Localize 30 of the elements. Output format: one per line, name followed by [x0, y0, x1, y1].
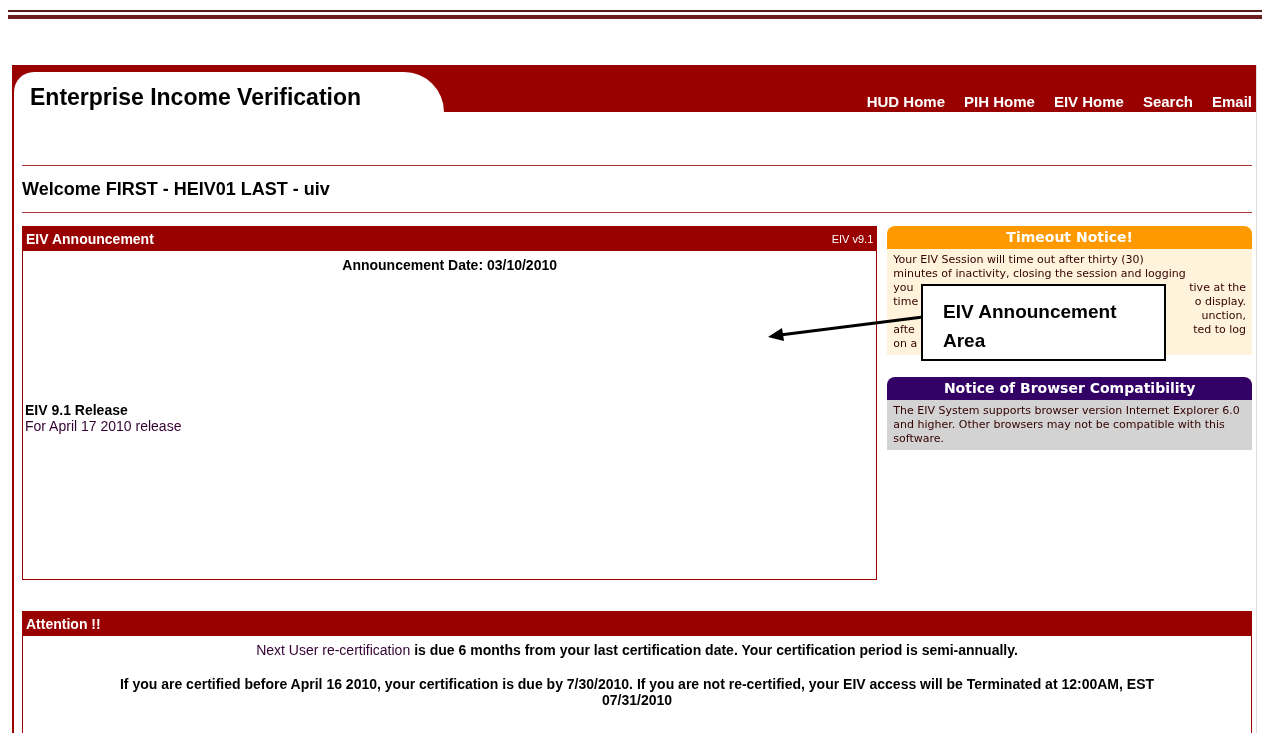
attention-text: If you are certified before April 16 2010, your certification is due by 7/30/2010. If you are not re-certified, your EIV access will be Terminated at 12:00AM, EST 07/31/2010	[119, 676, 1155, 708]
notice-text: on a	[893, 337, 918, 351]
attention-text: is due 6 months from your last certification date. Your certification period is semi-annually.	[414, 642, 1018, 658]
notice-text: you	[893, 281, 914, 295]
nav-link[interactable]: EIV Home	[1053, 93, 1124, 110]
notice-text: afte	[893, 323, 915, 337]
notice-title: Timeout Notice!	[887, 226, 1252, 249]
callout-text: EIV Announcement Area	[943, 300, 1118, 353]
version-label: EIV v9.1	[831, 233, 874, 245]
announcement-date: Announcement Date: 03/10/2010	[342, 257, 557, 273]
notice-text: o display.	[1194, 295, 1246, 309]
notice-text: ted to log	[1193, 323, 1246, 337]
nav-link[interactable]: HUD Home	[866, 93, 946, 110]
announcement-text: For April 17 2010 release	[25, 418, 183, 434]
announcement-title: EIV 9.1 Release	[25, 402, 129, 418]
notice-text: tive at the	[1189, 281, 1246, 295]
notice-text: Your EIV Session will time out after thirty (30)	[893, 253, 1144, 267]
notice-title: Notice of Browser Compatibility	[887, 377, 1252, 400]
welcome-text: Welcome FIRST - HEIV01 LAST - uiv	[22, 179, 330, 199]
panel-title: EIV Announcement	[26, 231, 154, 247]
site-title: Enterprise Income Verification	[30, 84, 362, 111]
notice-text: unction,	[1201, 309, 1246, 323]
notice-text: minutes of inactivity, closing the session and logging	[893, 267, 1186, 281]
nav-link[interactable]: Email	[1211, 93, 1252, 110]
recertification-link[interactable]: Next User re-certification	[256, 642, 411, 658]
nav-link[interactable]: Search	[1142, 93, 1193, 110]
notice-text: time	[893, 295, 919, 309]
panel-title: Attention !!	[26, 616, 101, 632]
nav-link[interactable]: PIH Home	[964, 93, 1035, 110]
notice-text: The EIV System supports browser version Internet Explorer 6.0 and higher. Other browsers may not be compatible with this software.	[893, 404, 1240, 445]
